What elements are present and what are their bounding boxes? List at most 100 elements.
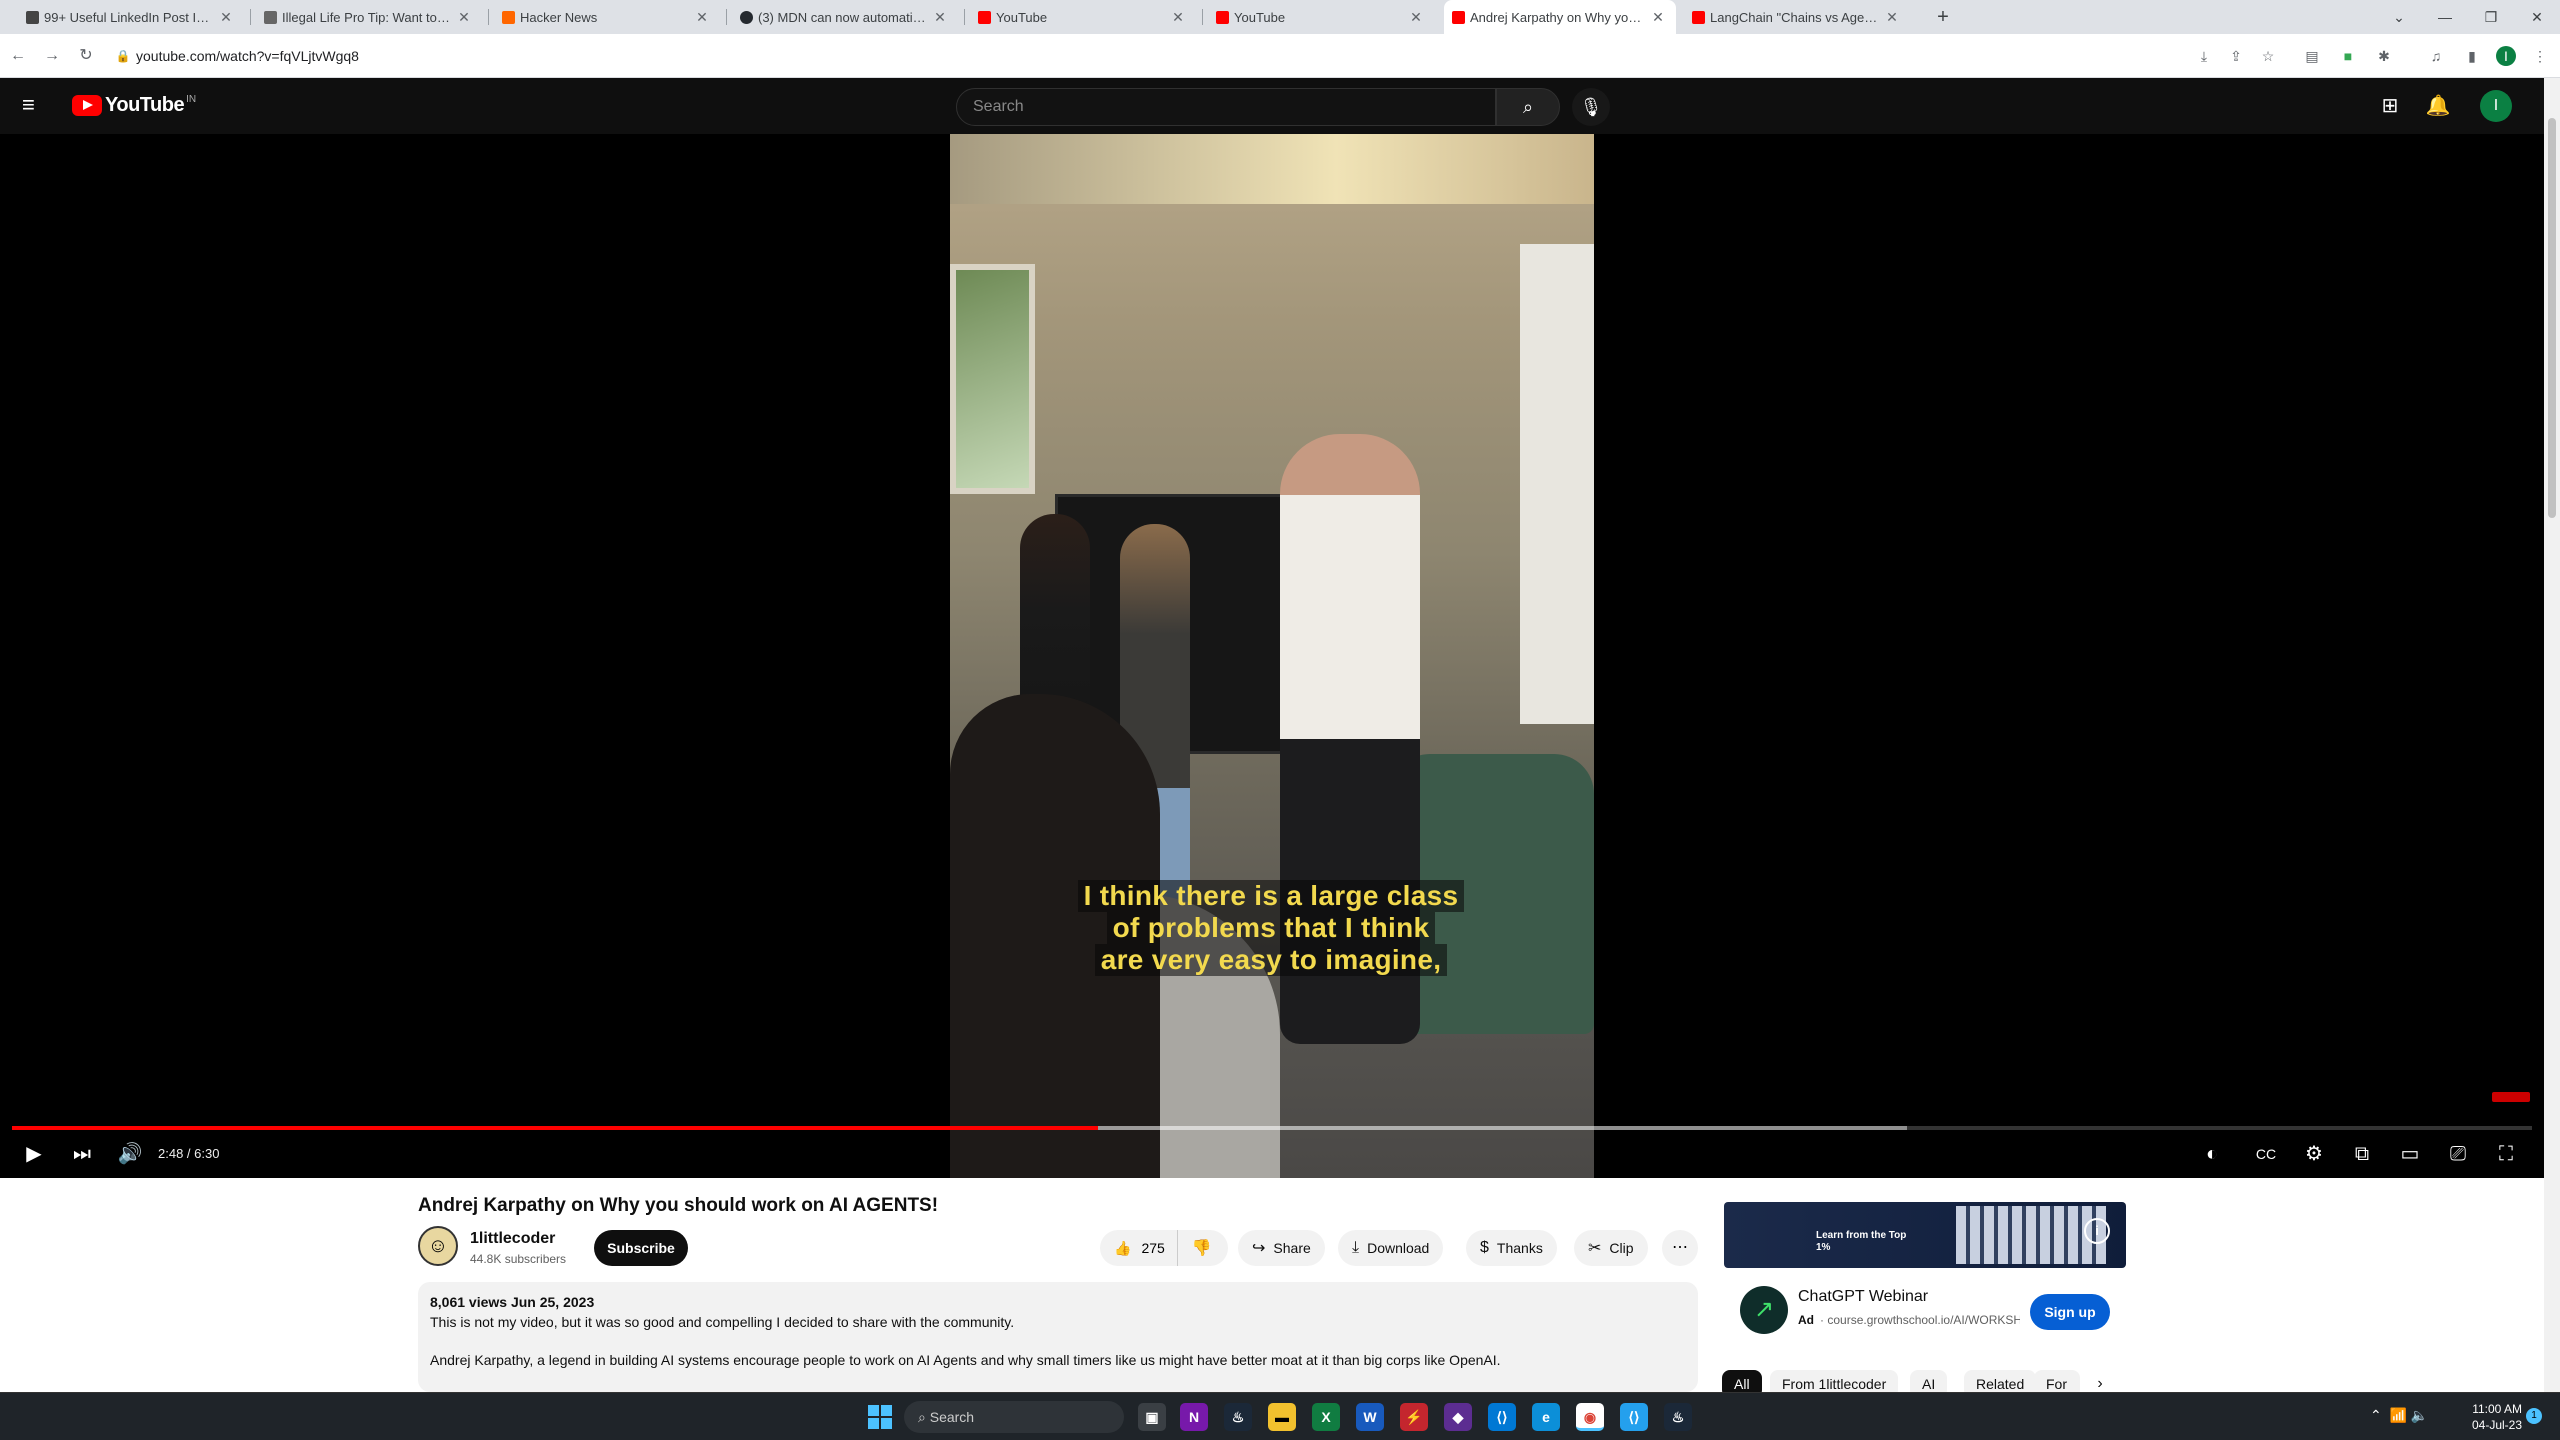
ad-advertiser-logo[interactable]: ↗ — [1740, 1286, 1788, 1334]
search-icon: ⌕ — [1522, 97, 1534, 117]
youtube-play-logo-icon — [72, 95, 102, 116]
autoplay-toggle[interactable]: ◐ — [2194, 1136, 2230, 1172]
lock-icon[interactable]: 🔒 — [110, 49, 136, 63]
account-avatar[interactable]: I — [2480, 90, 2512, 122]
word-icon[interactable]: W — [1356, 1403, 1384, 1431]
subtitles-icon[interactable]: CC — [2248, 1136, 2284, 1172]
excel-icon[interactable]: X — [1312, 1403, 1340, 1431]
tab-linkedin-post-ideas[interactable]: 99+ Useful LinkedIn Post Ideas ✕ — [18, 0, 244, 34]
restore-button[interactable]: ❐ — [2480, 6, 2502, 28]
tab-search-chevron-icon[interactable]: ⌄ — [2388, 6, 2410, 28]
scrollbar-thumb[interactable] — [2548, 118, 2556, 518]
close-window-button[interactable]: ✕ — [2526, 6, 2548, 28]
browser-menu-icon[interactable]: ⋮ — [2530, 46, 2550, 66]
create-video-icon[interactable]: ⊞ — [2376, 92, 2404, 120]
search-button[interactable]: ⌕ — [1496, 88, 1560, 126]
address-bar[interactable]: 🔒 youtube.com/watch?v=fqVLjtvWgq8 — [110, 41, 2170, 71]
miniplayer-icon[interactable]: ⧉ — [2344, 1136, 2380, 1172]
progress-bar[interactable] — [12, 1126, 2532, 1130]
share-button[interactable]: ↪ Share — [1238, 1230, 1325, 1266]
notifications-bell-icon[interactable]: 🔔 — [2424, 92, 2452, 120]
page-scrollbar[interactable] — [2544, 78, 2560, 1392]
reload-icon[interactable]: ↻ — [76, 46, 96, 66]
close-icon[interactable]: ✕ — [218, 9, 234, 26]
fullscreen-icon[interactable]: ⛶ — [2488, 1136, 2524, 1172]
onenote-icon[interactable]: N — [1180, 1403, 1208, 1431]
volume-icon[interactable]: 🔊 — [112, 1136, 148, 1172]
close-icon[interactable]: ✕ — [694, 9, 710, 26]
description-box[interactable]: 8,061 views Jun 25, 2023 This is not my … — [418, 1282, 1698, 1392]
install-icon[interactable]: ⤓ — [2194, 46, 2214, 66]
tab-youtube-1[interactable]: YouTube ✕ — [970, 0, 1196, 34]
system-tray[interactable]: ⌃ 📶 🔈 — [2370, 1407, 2428, 1424]
video-player[interactable]: I think there is a large class of proble… — [0, 134, 2544, 1178]
windows-start-icon[interactable] — [868, 1405, 892, 1429]
hamburger-menu-icon[interactable]: ≡ — [22, 94, 48, 116]
file-explorer-icon[interactable]: ▬ — [1268, 1403, 1296, 1431]
vscode-icon[interactable]: ⟨⟩ — [1488, 1403, 1516, 1431]
task-view-icon[interactable]: ▣ — [1138, 1403, 1166, 1431]
app-red-icon[interactable]: ⚡ — [1400, 1403, 1428, 1431]
channel-avatar[interactable]: ☺ — [418, 1226, 458, 1266]
tab-illegal-life-pro-tip[interactable]: Illegal Life Pro Tip: Want to ruin ✕ — [256, 0, 482, 34]
channel-name[interactable]: 1littlecoder — [470, 1230, 555, 1248]
close-icon[interactable]: ✕ — [456, 9, 472, 26]
taskbar-search[interactable]: ⌕ Search — [904, 1401, 1124, 1433]
profile-avatar[interactable]: I — [2496, 46, 2516, 66]
volume-icon[interactable]: 🔈 — [2411, 1407, 2428, 1423]
new-tab-button[interactable]: + — [1932, 6, 1954, 28]
ad-signup-button[interactable]: Sign up — [2030, 1294, 2110, 1330]
video-frame[interactable]: I think there is a large class of proble… — [950, 134, 1594, 1178]
taskbar-clock[interactable]: 11:00 AM 04-Jul-23 — [2462, 1401, 2522, 1433]
close-icon[interactable]: ✕ — [1408, 9, 1424, 26]
download-button[interactable]: ⤓ Download — [1338, 1230, 1444, 1266]
next-button[interactable]: ⏭ — [64, 1136, 100, 1172]
more-actions-icon[interactable]: ⋯ — [1662, 1230, 1698, 1266]
app-purple-icon[interactable]: ◆ — [1444, 1403, 1472, 1431]
url-text[interactable]: youtube.com/watch?v=fqVLjtvWgq8 — [136, 48, 359, 64]
tab-github-mdn[interactable]: (3) MDN can now automatically ✕ — [732, 0, 958, 34]
bookmark-star-icon[interactable]: ☆ — [2258, 46, 2278, 66]
forward-icon[interactable]: → — [42, 46, 62, 66]
tab-langchain[interactable]: LangChain "Chains vs Agents" ✕ — [1684, 0, 1910, 34]
thanks-button[interactable]: $ Thanks — [1466, 1230, 1557, 1266]
back-icon[interactable]: ← — [8, 46, 28, 66]
dislike-button[interactable]: 👎 — [1178, 1238, 1226, 1258]
ad-banner-image[interactable]: Learn from the Top 1% — [1724, 1202, 2126, 1268]
extension-icon[interactable]: ▤ — [2302, 46, 2322, 66]
steam-icon-2[interactable]: ♨ — [1664, 1403, 1692, 1431]
minimize-button[interactable]: — — [2434, 6, 2456, 28]
voice-search-button[interactable]: 🎙 — [1572, 88, 1610, 126]
media-control-icon[interactable]: ♫ — [2426, 46, 2446, 66]
chrome-icon[interactable]: ◉ — [1576, 1403, 1604, 1431]
edge-icon[interactable]: e — [1532, 1403, 1560, 1431]
ad-title[interactable]: ChatGPT Webinar — [1798, 1288, 1928, 1306]
notification-badge[interactable]: 1 — [2526, 1408, 2542, 1424]
subscribe-button[interactable]: Subscribe — [594, 1230, 688, 1266]
play-button[interactable]: ▶ — [16, 1136, 52, 1172]
ad-info-icon[interactable]: i — [2084, 1218, 2110, 1244]
settings-gear-icon[interactable]: ⚙ — [2296, 1136, 2332, 1172]
extension-green-icon[interactable]: ■ — [2338, 46, 2358, 66]
like-button[interactable]: 👍 275 — [1100, 1230, 1178, 1266]
tab-hacker-news[interactable]: Hacker News ✕ — [494, 0, 720, 34]
theater-mode-icon[interactable]: ▭ — [2392, 1136, 2428, 1172]
share-icon[interactable]: ⇪ — [2226, 46, 2246, 66]
side-panel-icon[interactable]: ▮ — [2462, 46, 2482, 66]
close-icon[interactable]: ✕ — [1650, 9, 1666, 26]
close-icon[interactable]: ✕ — [932, 9, 948, 26]
cast-icon[interactable]: ⎚ — [2440, 1136, 2476, 1172]
close-icon[interactable]: ✕ — [1884, 9, 1900, 26]
search-input[interactable]: Search — [956, 88, 1496, 126]
tab-andrej-karpathy-active[interactable]: Andrej Karpathy on Why you sh ✕ — [1444, 0, 1676, 34]
vscode-insiders-icon[interactable]: ⟨⟩ — [1620, 1403, 1648, 1431]
youtube-logo[interactable]: YouTube IN — [72, 94, 196, 117]
steam-icon[interactable]: ♨ — [1224, 1403, 1252, 1431]
chevron-right-icon[interactable]: › — [2090, 1374, 2110, 1394]
chevron-up-icon[interactable]: ⌃ — [2370, 1407, 2382, 1423]
close-icon[interactable]: ✕ — [1170, 9, 1186, 26]
tab-youtube-2[interactable]: YouTube ✕ — [1208, 0, 1434, 34]
extensions-puzzle-icon[interactable]: ✱ — [2374, 46, 2394, 66]
wifi-icon[interactable]: 📶 — [2390, 1407, 2407, 1423]
clip-button[interactable]: ✂ Clip — [1574, 1230, 1648, 1266]
